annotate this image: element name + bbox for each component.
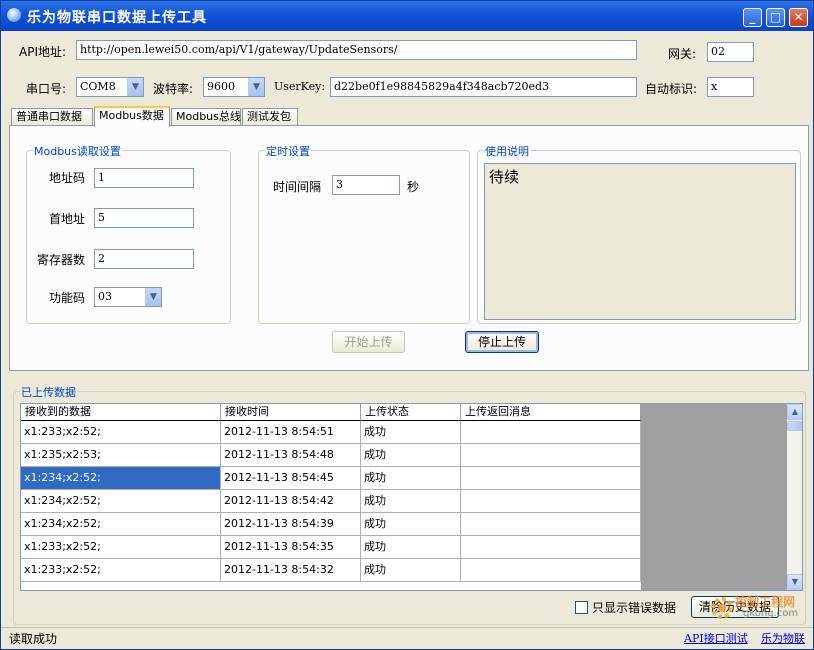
interval-unit: 秒 xyxy=(407,180,420,194)
api-url-input[interactable]: http://open.lewei50.com/api/V1/gateway/U… xyxy=(76,40,637,60)
cell-message[interactable] xyxy=(461,513,641,536)
cell-message[interactable] xyxy=(461,490,641,513)
port-select[interactable]: COM8 ▼ xyxy=(76,77,144,97)
uploaded-data-table[interactable]: 接收到的数据 接收时间 上传状态 上传返回消息 x1:233;x2:52; 201… xyxy=(20,403,803,591)
cell-message[interactable] xyxy=(461,467,641,490)
gateway-input[interactable]: 02 xyxy=(707,42,754,62)
title-bar[interactable]: 乐为物联串口数据上传工具 _ □ ✕ xyxy=(1,1,813,31)
cell-data[interactable]: x1:234;x2:52; xyxy=(21,513,221,536)
column-header-status[interactable]: 上传状态 xyxy=(361,404,461,421)
interval-label: 时间间隔 xyxy=(273,180,322,194)
cell-time[interactable]: 2012-11-13 8:54:45 xyxy=(221,467,361,490)
usage-title: 使用说明 xyxy=(484,143,530,159)
tab-serial-data[interactable]: 普通串口数据 xyxy=(11,108,93,126)
cell-status[interactable]: 成功 xyxy=(361,513,461,536)
status-text: 读取成功 xyxy=(9,632,58,646)
tab-modbus-bus[interactable]: Modbus总线 xyxy=(171,108,241,126)
cell-data[interactable]: x1:233;x2:52; xyxy=(21,536,221,559)
cell-message[interactable] xyxy=(461,421,641,444)
addr-label: 地址码 xyxy=(49,171,86,185)
cell-time[interactable]: 2012-11-13 8:54:35 xyxy=(221,536,361,559)
tab-test-packet[interactable]: 测试发包 xyxy=(242,108,298,126)
table-empty-area xyxy=(641,404,787,590)
cell-status[interactable]: 成功 xyxy=(361,444,461,467)
gear-icon xyxy=(711,597,733,619)
cell-time[interactable]: 2012-11-13 8:54:39 xyxy=(221,513,361,536)
errors-only-label: 只显示错误数据 xyxy=(592,601,677,615)
cell-data[interactable]: x1:234;x2:52; xyxy=(21,490,221,513)
interval-input[interactable]: 3 xyxy=(332,175,400,195)
app-icon xyxy=(7,8,21,22)
modbus-settings-group: Modbus读取设置 地址码 1 首地址 5 寄存器数 2 功能码 03 ▼ xyxy=(26,143,231,324)
column-header-time[interactable]: 接收时间 xyxy=(221,404,361,421)
site-link[interactable]: 乐为物联 xyxy=(761,630,805,646)
start-addr-input[interactable]: 5 xyxy=(94,208,194,228)
addr-input[interactable]: 1 xyxy=(94,168,194,188)
column-header-data[interactable]: 接收到的数据 xyxy=(21,404,221,421)
modbus-tab-panel: Modbus读取设置 地址码 1 首地址 5 寄存器数 2 功能码 03 ▼ 定… xyxy=(9,125,809,371)
func-select-value: 03 xyxy=(98,290,112,303)
app-window: 乐为物联串口数据上传工具 _ □ ✕ API地址: http://open.le… xyxy=(0,0,814,650)
minimize-button[interactable]: _ xyxy=(743,8,762,27)
status-bar: 读取成功 API接口测试 乐为物联 xyxy=(1,627,813,650)
scroll-up-icon[interactable]: ▲ xyxy=(787,404,802,420)
cell-time[interactable]: 2012-11-13 8:54:51 xyxy=(221,421,361,444)
cell-message[interactable] xyxy=(461,559,641,582)
cell-data[interactable]: x1:235;x2:53; xyxy=(21,444,221,467)
timer-settings-title: 定时设置 xyxy=(265,143,311,159)
autoid-label: 自动标识: xyxy=(645,82,698,96)
scroll-thumb[interactable] xyxy=(787,421,802,431)
userkey-input[interactable]: d22be0f1e98845829a4f348acb720ed3 xyxy=(330,77,637,97)
api-test-link[interactable]: API接口测试 xyxy=(684,630,748,646)
baud-label: 波特率: xyxy=(153,82,194,96)
api-label: API地址: xyxy=(19,45,67,59)
modbus-settings-title: Modbus读取设置 xyxy=(33,143,122,159)
cell-time[interactable]: 2012-11-13 8:54:32 xyxy=(221,559,361,582)
baud-select[interactable]: 9600 ▼ xyxy=(203,77,265,97)
tab-modbus-data[interactable]: Modbus数据 xyxy=(94,106,170,127)
autoid-input[interactable]: x xyxy=(707,77,754,97)
start-addr-label: 首地址 xyxy=(49,212,86,226)
cell-status[interactable]: 成功 xyxy=(361,536,461,559)
cell-time[interactable]: 2012-11-13 8:54:42 xyxy=(221,490,361,513)
timer-settings-group: 定时设置 时间间隔 3 秒 xyxy=(258,143,470,324)
cell-data[interactable]: x1:233;x2:52; xyxy=(21,421,221,444)
window-title: 乐为物联串口数据上传工具 xyxy=(27,10,207,26)
cell-status[interactable]: 成功 xyxy=(361,421,461,444)
close-button[interactable]: ✕ xyxy=(789,8,808,27)
cell-message[interactable] xyxy=(461,536,641,559)
cell-data[interactable]: x1:234;x2:52; xyxy=(21,467,221,490)
chevron-down-icon[interactable]: ▼ xyxy=(145,288,161,306)
start-upload-button[interactable]: 开始上传 xyxy=(332,331,405,353)
port-label: 串口号: xyxy=(26,82,67,96)
vertical-scrollbar[interactable]: ▲ ▼ xyxy=(787,404,802,590)
stop-upload-button[interactable]: 停止上传 xyxy=(465,331,539,353)
cell-time[interactable]: 2012-11-13 8:54:48 xyxy=(221,444,361,467)
scroll-down-icon[interactable]: ▼ xyxy=(787,574,802,590)
column-header-message[interactable]: 上传返回消息 xyxy=(461,404,641,421)
chevron-down-icon[interactable]: ▼ xyxy=(127,78,143,96)
regs-label: 寄存器数 xyxy=(37,253,86,267)
maximize-button[interactable]: □ xyxy=(766,8,785,27)
cell-data[interactable]: x1:233;x2:52; xyxy=(21,559,221,582)
usage-group: 使用说明 待续 xyxy=(477,143,801,324)
func-select[interactable]: 03 ▼ xyxy=(94,287,162,307)
usage-text-area[interactable]: 待续 xyxy=(484,163,796,320)
errors-only-checkbox[interactable] xyxy=(575,601,588,614)
cell-message[interactable] xyxy=(461,444,641,467)
func-label: 功能码 xyxy=(49,291,86,305)
uploaded-data-title: 已上传数据 xyxy=(20,384,77,400)
watermark: 控制工程网 gkong.com xyxy=(709,593,809,627)
regs-input[interactable]: 2 xyxy=(94,249,194,269)
chevron-down-icon[interactable]: ▼ xyxy=(248,78,264,96)
watermark-url: gkong.com xyxy=(743,608,799,619)
userkey-label: UserKey: xyxy=(274,80,326,93)
gateway-label: 网关: xyxy=(668,47,697,61)
cell-status[interactable]: 成功 xyxy=(361,490,461,513)
cell-status[interactable]: 成功 xyxy=(361,467,461,490)
baud-select-value: 9600 xyxy=(207,80,235,93)
cell-status[interactable]: 成功 xyxy=(361,559,461,582)
port-select-value: COM8 xyxy=(80,80,116,93)
